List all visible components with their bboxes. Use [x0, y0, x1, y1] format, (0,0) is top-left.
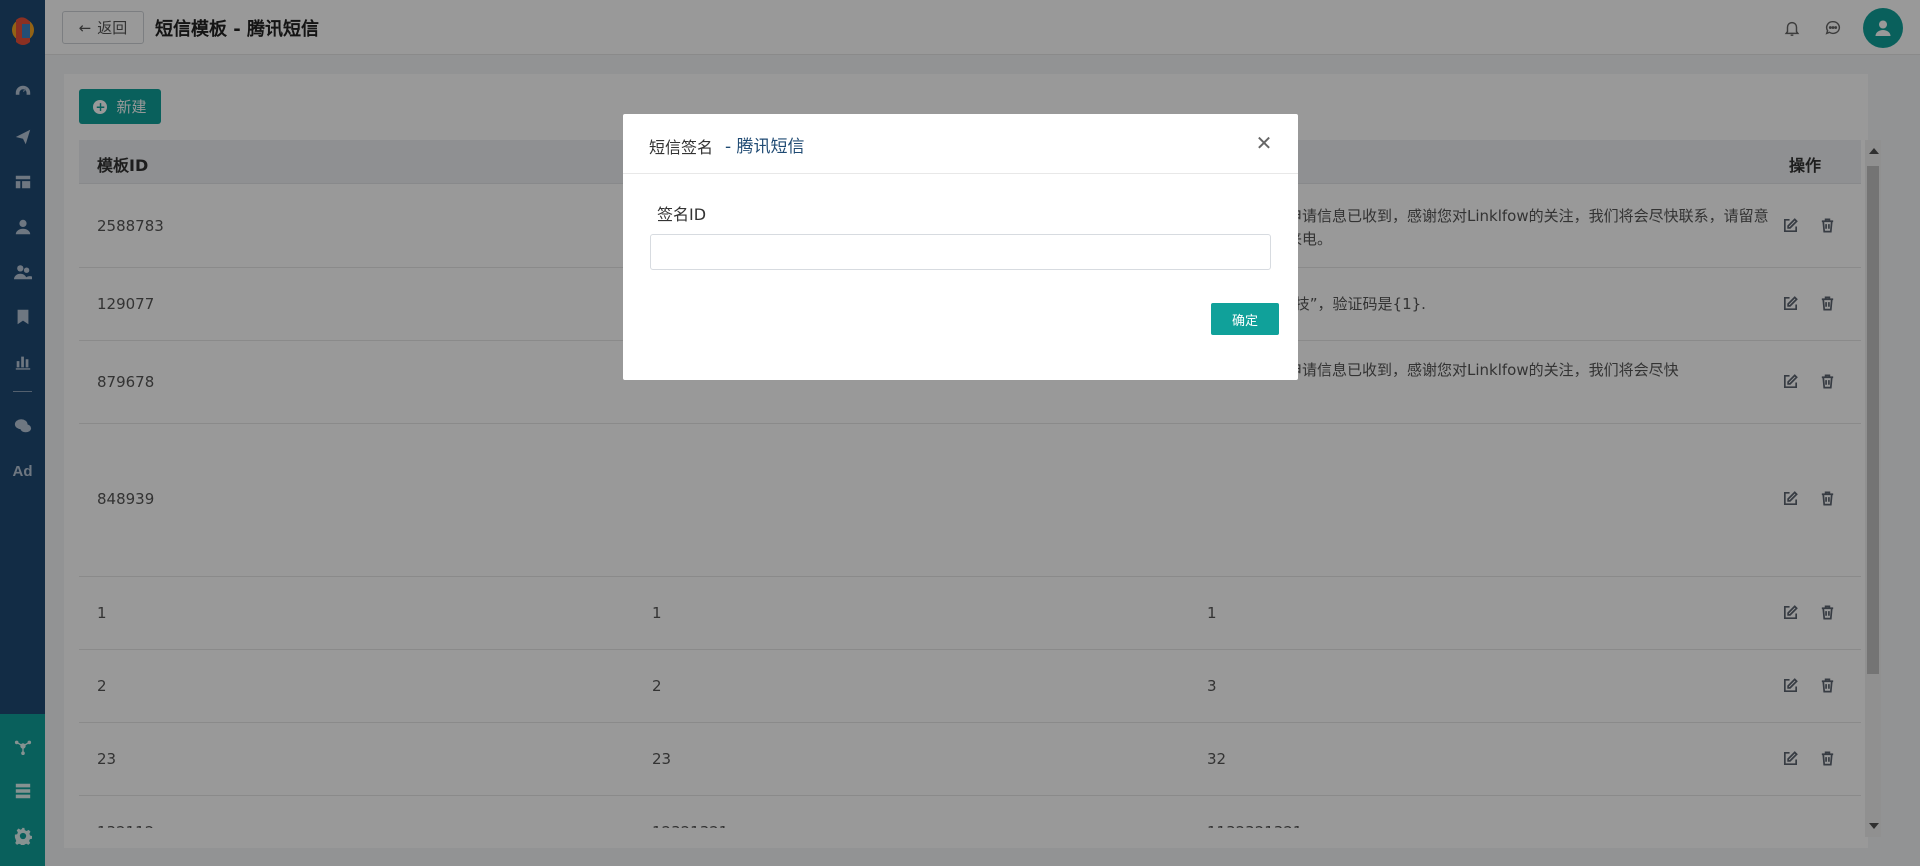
- dialog-header: 短信签名 - 腾讯短信 ✕: [623, 114, 1298, 174]
- dialog-title: 短信签名: [649, 138, 714, 157]
- sms-signature-dialog: 短信签名 - 腾讯短信 ✕ 签名ID 确定: [623, 114, 1298, 380]
- close-icon[interactable]: ✕: [1253, 131, 1275, 155]
- dialog-subtitle: - 腾讯短信: [725, 137, 805, 157]
- confirm-button[interactable]: 确定: [1211, 303, 1279, 335]
- signature-id-label: 签名ID: [657, 205, 707, 224]
- signature-id-input[interactable]: [650, 234, 1271, 270]
